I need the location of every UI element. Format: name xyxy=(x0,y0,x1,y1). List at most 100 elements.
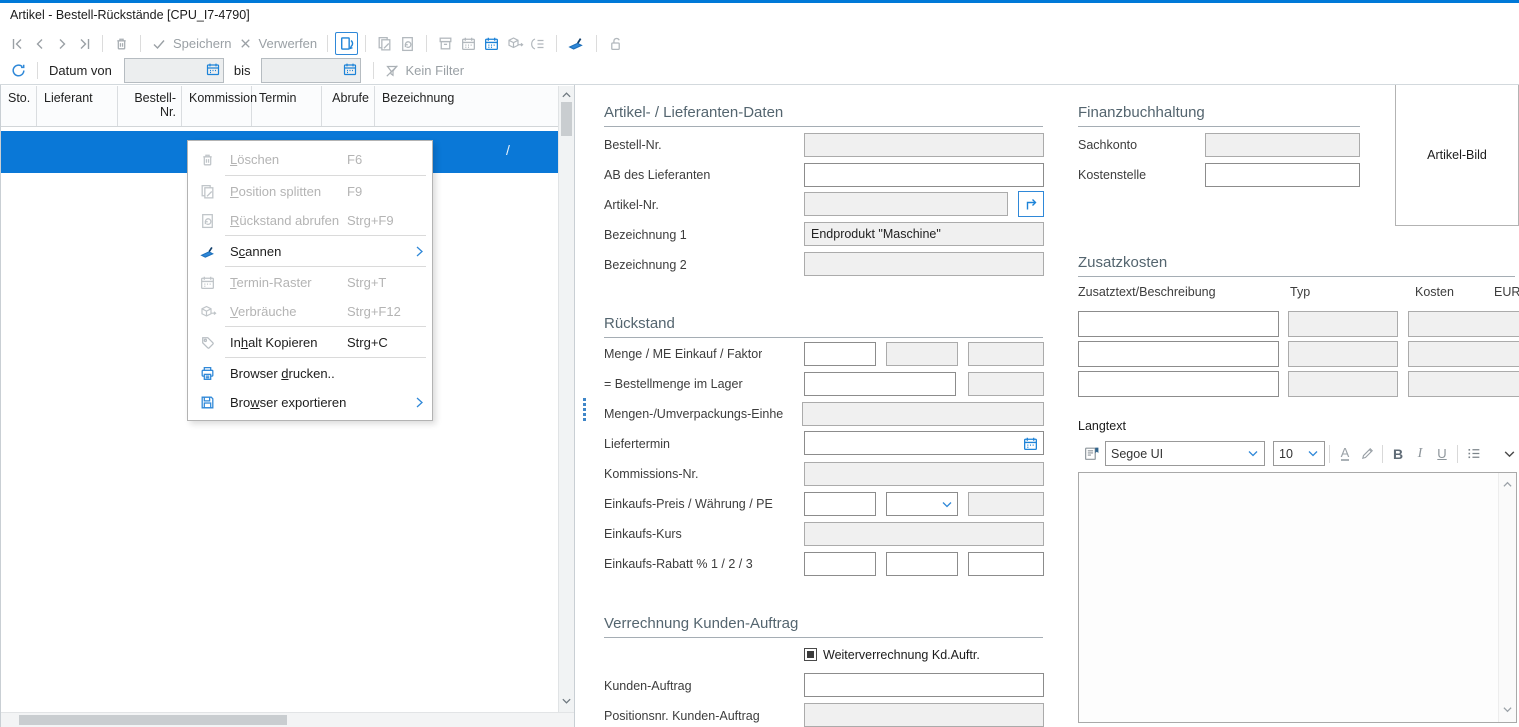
zusatztext-input-3[interactable] xyxy=(1078,371,1279,397)
main-toolbar: Speichern Verwerfen xyxy=(0,30,1519,57)
artikel-bild-box: Artikel-Bild xyxy=(1395,85,1519,226)
rabatt1-input[interactable] xyxy=(804,552,876,576)
split-position-button[interactable] xyxy=(373,33,396,54)
nav-last-button[interactable] xyxy=(73,34,95,54)
langtext-toolbar: Segoe UI 10 A B I U xyxy=(1080,441,1519,466)
font-color-button[interactable]: A xyxy=(1334,443,1356,465)
submenu-arrow-icon xyxy=(415,396,424,412)
scan-button[interactable] xyxy=(564,33,589,54)
column-header-termin[interactable]: Termin xyxy=(252,86,322,126)
column-header-sto[interactable]: Sto. xyxy=(1,86,37,126)
nav-first-button[interactable] xyxy=(7,34,29,54)
section-verrechnung: Verrechnung Kunden-Auftrag xyxy=(604,615,1043,638)
langtext-label: Langtext xyxy=(1078,419,1126,433)
bestellmenge-label: = Bestellmenge im Lager xyxy=(604,377,743,391)
archive-icon xyxy=(437,35,454,52)
menu-item-browser-exportieren[interactable]: Browser exportieren xyxy=(189,388,431,417)
table-vertical-scrollbar[interactable] xyxy=(558,86,574,712)
column-header-bezeichnung[interactable]: Bezeichnung xyxy=(375,86,558,126)
rabatt2-input[interactable] xyxy=(886,552,958,576)
menge-label: Menge / ME Einkauf / Faktor xyxy=(604,347,762,361)
weiterverrechnung-checkbox[interactable] xyxy=(804,648,817,661)
langtext-textarea[interactable] xyxy=(1080,474,1502,725)
faktor-input xyxy=(968,342,1044,366)
menu-item-scannen[interactable]: Scannen xyxy=(189,237,431,266)
bullet-list-icon[interactable] xyxy=(1462,443,1484,465)
toolbar-more-icon[interactable] xyxy=(1498,443,1519,465)
kundenauftrag-input[interactable] xyxy=(804,673,1044,697)
liefertermin-calendar-icon[interactable] xyxy=(1022,435,1039,452)
nav-last-icon xyxy=(76,36,92,52)
menu-item-browser-drucken[interactable]: Browser drucken.. xyxy=(189,359,431,388)
liefertermin-label: Liefertermin xyxy=(604,437,670,451)
chevron-down-icon xyxy=(941,500,953,509)
einkaufskurs-input xyxy=(804,522,1044,546)
kein-filter-button[interactable]: Kein Filter xyxy=(381,61,468,81)
datum-bis-field[interactable] xyxy=(261,58,361,83)
scroll-down-icon[interactable] xyxy=(561,695,572,709)
column-header-kommission[interactable]: Kommission xyxy=(182,86,252,126)
textblock-icon[interactable] xyxy=(1080,443,1102,465)
zusatztext-input-2[interactable] xyxy=(1078,341,1279,367)
trash-icon xyxy=(113,35,130,52)
datum-von-input[interactable] xyxy=(127,60,203,81)
rabatt3-input[interactable] xyxy=(968,552,1044,576)
nav-prev-button[interactable] xyxy=(29,34,51,54)
scroll-up-icon[interactable] xyxy=(561,89,572,103)
scroll-down-icon[interactable] xyxy=(1502,703,1513,717)
nav-next-button[interactable] xyxy=(51,34,73,54)
switch-document-button[interactable] xyxy=(335,32,358,55)
underline-button[interactable]: U xyxy=(1431,443,1453,465)
datum-bis-input[interactable] xyxy=(264,60,340,81)
calendar-picker-icon[interactable] xyxy=(205,61,221,80)
column-header-bestellnr[interactable]: Bestell-Nr. xyxy=(118,86,182,126)
scrollbar-thumb[interactable] xyxy=(561,102,572,136)
typ-input-1 xyxy=(1288,311,1398,337)
zusatztext-input-1[interactable] xyxy=(1078,311,1279,337)
font-name-select[interactable]: Segoe UI xyxy=(1105,441,1265,466)
bold-button[interactable]: B xyxy=(1387,443,1409,465)
bezeichnung2-label: Bezeichnung 2 xyxy=(604,258,687,272)
toolbar-separator xyxy=(140,35,141,52)
einkaufspreis-input[interactable] xyxy=(804,492,876,516)
splitter-handle[interactable] xyxy=(580,398,588,424)
discard-button[interactable]: Verwerfen xyxy=(235,34,321,53)
goto-artikel-button[interactable] xyxy=(1018,191,1044,217)
italic-button[interactable]: I xyxy=(1409,443,1431,465)
filter-crossed-icon xyxy=(384,63,400,79)
bestellmenge-input[interactable] xyxy=(804,372,956,396)
nav-first-icon xyxy=(10,36,26,52)
datum-von-field[interactable] xyxy=(124,58,224,83)
scrollbar-thumb[interactable] xyxy=(19,715,287,725)
highlight-pen-icon[interactable] xyxy=(1356,443,1378,465)
calendar-button[interactable] xyxy=(457,33,480,54)
liefertermin-input[interactable] xyxy=(804,431,1044,455)
consumption-button[interactable] xyxy=(503,33,527,54)
kommissionsnr-label: Kommissions-Nr. xyxy=(604,467,698,481)
table-horizontal-scrollbar[interactable] xyxy=(1,712,574,727)
kostenstelle-input[interactable] xyxy=(1205,163,1360,187)
font-size-select[interactable]: 10 xyxy=(1273,441,1325,466)
menge-input[interactable] xyxy=(804,342,876,366)
schedule-grid-button[interactable] xyxy=(480,33,503,54)
refresh-button[interactable] xyxy=(7,60,30,81)
lock-button[interactable] xyxy=(604,33,627,54)
langtext-scrollbar[interactable] xyxy=(1498,473,1516,722)
column-header-lieferant[interactable]: Lieferant xyxy=(37,86,118,126)
cell-bezeichnung: / xyxy=(506,142,510,158)
column-header-abrufe[interactable]: Abrufe xyxy=(322,86,375,126)
calendar-picker-icon[interactable] xyxy=(342,61,358,80)
positions-list-button[interactable] xyxy=(527,34,549,54)
kosten-input-1 xyxy=(1408,311,1519,337)
ab-lieferant-input[interactable] xyxy=(804,163,1044,187)
fetch-backlog-button[interactable] xyxy=(396,33,419,54)
delete-button[interactable] xyxy=(110,33,133,54)
save-button[interactable]: Speichern xyxy=(148,34,235,54)
waehrung-select[interactable] xyxy=(886,492,958,516)
zusatztext-column-label: Zusatztext/Beschreibung xyxy=(1078,285,1216,299)
typ-column-label: Typ xyxy=(1290,285,1310,299)
archive-button[interactable] xyxy=(434,33,457,54)
scroll-up-icon[interactable] xyxy=(1502,478,1513,492)
menu-item-inhalt-kopieren[interactable]: Inhalt Kopieren Strg+C xyxy=(189,328,431,357)
menu-separator xyxy=(225,175,426,176)
